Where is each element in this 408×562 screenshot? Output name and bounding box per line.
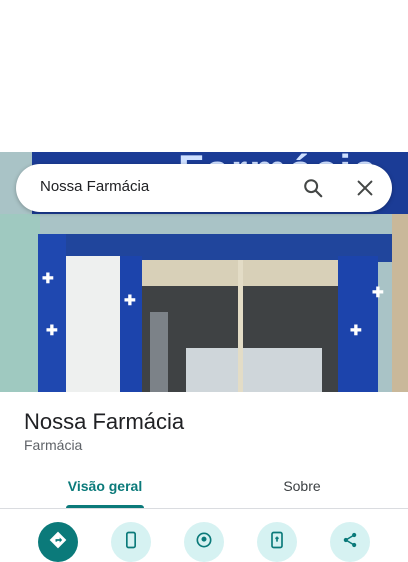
phone-icon — [126, 531, 136, 549]
close-icon[interactable] — [354, 177, 376, 199]
search-input[interactable]: Nossa Farmácia — [40, 178, 149, 195]
nearby-icon — [196, 532, 212, 548]
call-button[interactable] — [111, 522, 151, 562]
cross-decoration: ✚ — [350, 322, 362, 338]
cross-decoration: ✚ — [372, 284, 384, 300]
counter — [186, 348, 322, 392]
send-to-phone-button[interactable] — [257, 522, 297, 562]
directions-button[interactable] — [38, 522, 78, 562]
send-to-phone-icon — [271, 531, 283, 549]
cross-decoration: ✚ — [42, 270, 54, 286]
place-category: Farmácia — [24, 437, 83, 453]
place-title: Nossa Farmácia — [24, 409, 185, 434]
search-icon[interactable] — [302, 177, 324, 199]
share-button[interactable] — [330, 522, 370, 562]
tabs-divider — [0, 508, 408, 509]
directions-icon — [49, 531, 67, 549]
share-icon — [343, 532, 357, 548]
nearby-button[interactable] — [184, 522, 224, 562]
door — [66, 256, 120, 392]
tab-about[interactable]: Sobre — [242, 476, 362, 510]
map-blank-area — [0, 0, 408, 152]
search-bar[interactable]: Nossa Farmácia — [16, 164, 392, 212]
cross-decoration: ✚ — [46, 322, 58, 338]
cross-decoration: ✚ — [124, 292, 136, 308]
